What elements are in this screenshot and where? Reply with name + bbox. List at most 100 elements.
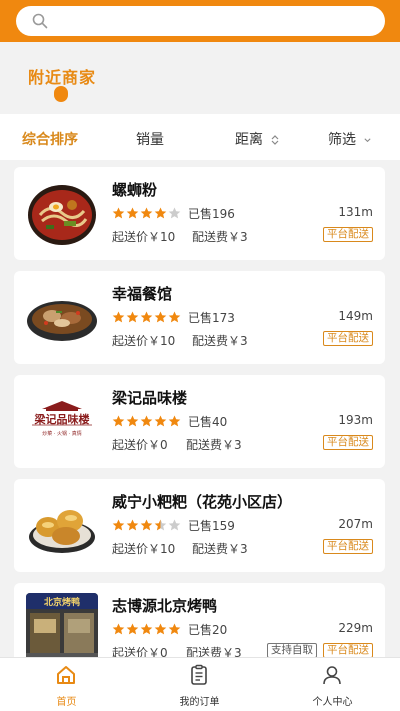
sort-updown-icon (272, 135, 279, 145)
shop-name: 幸福餐馆 (112, 285, 173, 303)
distance: 229m (338, 621, 373, 635)
sort-distance-label: 距离 (235, 132, 263, 148)
tab-home[interactable]: 首页 (0, 658, 133, 711)
sort-distance[interactable]: 距离 (235, 129, 280, 149)
sort-comprehensive-label: 综合排序 (22, 132, 78, 148)
star-icon (140, 207, 153, 219)
star-icon (168, 519, 181, 531)
sold-count: 已售159 (188, 519, 235, 533)
star-icon (154, 207, 167, 219)
shop-card[interactable]: 威宁小粑粑（花苑小区店） 已售159 207m 起送价￥10 配送费￥3 平台配… (14, 479, 385, 572)
star-icon (112, 519, 125, 531)
tab-home-label: 首页 (56, 697, 77, 708)
star-icon (140, 415, 153, 427)
shop-thumbnail (26, 281, 98, 353)
star-icon (168, 623, 181, 635)
platform-delivery-badge: 平台配送 (323, 435, 373, 450)
shop-logo: 梁记品味楼 炒菜 · 火锅 · 真情 (26, 385, 98, 457)
shop-name: 螺蛳粉 (112, 181, 158, 199)
user-icon (323, 666, 341, 685)
section-header: 附近商家 (0, 42, 400, 114)
star-icon (140, 311, 153, 323)
star-icon (112, 207, 125, 219)
rating-stars (112, 311, 181, 323)
orders-icon (191, 664, 207, 685)
tab-profile-label: 个人中心 (312, 697, 353, 708)
sort-filter[interactable]: 筛选 (328, 129, 372, 149)
sold-count: 已售173 (188, 311, 235, 325)
rating-stars (112, 519, 181, 531)
tab-orders-label: 我的订单 (179, 697, 220, 708)
delivery-fee: 配送费￥3 (192, 334, 248, 348)
tab-profile[interactable]: 个人中心 (266, 658, 399, 711)
star-icon (154, 519, 167, 531)
section-indicator (54, 86, 68, 102)
platform-delivery-badge: 平台配送 (323, 227, 373, 242)
sort-comprehensive[interactable]: 综合排序 (22, 129, 78, 149)
logo-text: 梁记品味楼 (34, 412, 90, 426)
star-icon (154, 415, 167, 427)
sort-sales-label: 销量 (136, 132, 164, 148)
star-icon (154, 623, 167, 635)
search-input[interactable] (16, 6, 385, 36)
star-icon (168, 207, 181, 219)
shop-card[interactable]: 北京烤鸭 志博源北京烤鸭 已售20 229m 起送价￥0 配送费￥3 支持自取 … (14, 583, 385, 657)
rating-stars (112, 415, 181, 427)
shop-card[interactable]: 螺蛳粉 已售196 131m 起送价￥10 配送费￥3 平台配送 (14, 167, 385, 260)
star-icon (168, 311, 181, 323)
star-icon (168, 415, 181, 427)
star-icon (126, 311, 139, 323)
min-order-price: 起送价￥0 (112, 646, 168, 657)
logo-subtext: 炒菜 · 火锅 · 真情 (42, 430, 82, 437)
star-icon (126, 623, 139, 635)
min-order-price: 起送价￥0 (112, 438, 168, 452)
delivery-fee: 配送费￥3 (192, 542, 248, 556)
sold-count: 已售40 (188, 415, 228, 429)
home-icon (57, 666, 75, 684)
shop-name: 威宁小粑粑（花苑小区店） (112, 493, 293, 511)
star-icon (126, 415, 139, 427)
rating-stars (112, 207, 181, 219)
delivery-fee: 配送费￥3 (186, 438, 242, 452)
star-icon (112, 311, 125, 323)
platform-delivery-badge: 平台配送 (323, 539, 373, 554)
distance: 193m (338, 413, 373, 427)
section-title: 附近商家 (28, 68, 97, 87)
sort-sales[interactable]: 销量 (136, 129, 164, 149)
star-icon (126, 519, 139, 531)
shop-card[interactable]: 梁记品味楼 炒菜 · 火锅 · 真情 梁记品味楼 已售40 193m 起送价￥0… (14, 375, 385, 468)
shop-thumbnail: 北京烤鸭 (26, 593, 98, 657)
distance: 131m (338, 205, 373, 219)
shop-thumbnail (26, 177, 98, 249)
star-icon (140, 623, 153, 635)
star-icon (154, 311, 167, 323)
rating-stars (112, 623, 181, 635)
shop-name: 梁记品味楼 (112, 389, 188, 407)
delivery-fee: 配送费￥3 (186, 646, 242, 657)
star-icon (140, 519, 153, 531)
min-order-price: 起送价￥10 (112, 230, 176, 244)
tab-orders[interactable]: 我的订单 (133, 658, 266, 711)
distance: 149m (338, 309, 373, 323)
delivery-fee: 配送费￥3 (192, 230, 248, 244)
distance: 207m (338, 517, 373, 531)
min-order-price: 起送价￥10 (112, 542, 176, 556)
sort-bar: 综合排序 销量 距离 筛选 (0, 114, 400, 160)
search-icon (32, 13, 48, 29)
star-icon (126, 207, 139, 219)
shop-card[interactable]: 幸福餐馆 已售173 149m 起送价￥10 配送费￥3 平台配送 (14, 271, 385, 364)
shop-thumbnail (26, 489, 98, 561)
star-icon (112, 623, 125, 635)
star-icon (112, 415, 125, 427)
platform-delivery-badge: 平台配送 (323, 331, 373, 346)
shop-name: 志博源北京烤鸭 (112, 597, 218, 615)
platform-delivery-badge: 平台配送 (323, 643, 373, 657)
sort-filter-label: 筛选 (328, 132, 356, 148)
sold-count: 已售20 (188, 623, 228, 637)
bottom-nav: 首页 我的订单 个人中心 (0, 657, 400, 711)
min-order-price: 起送价￥10 (112, 334, 176, 348)
svg-text:北京烤鸭: 北京烤鸭 (44, 596, 80, 608)
self-pickup-badge: 支持自取 (267, 643, 317, 657)
sold-count: 已售196 (188, 207, 235, 221)
top-bar (0, 0, 400, 42)
